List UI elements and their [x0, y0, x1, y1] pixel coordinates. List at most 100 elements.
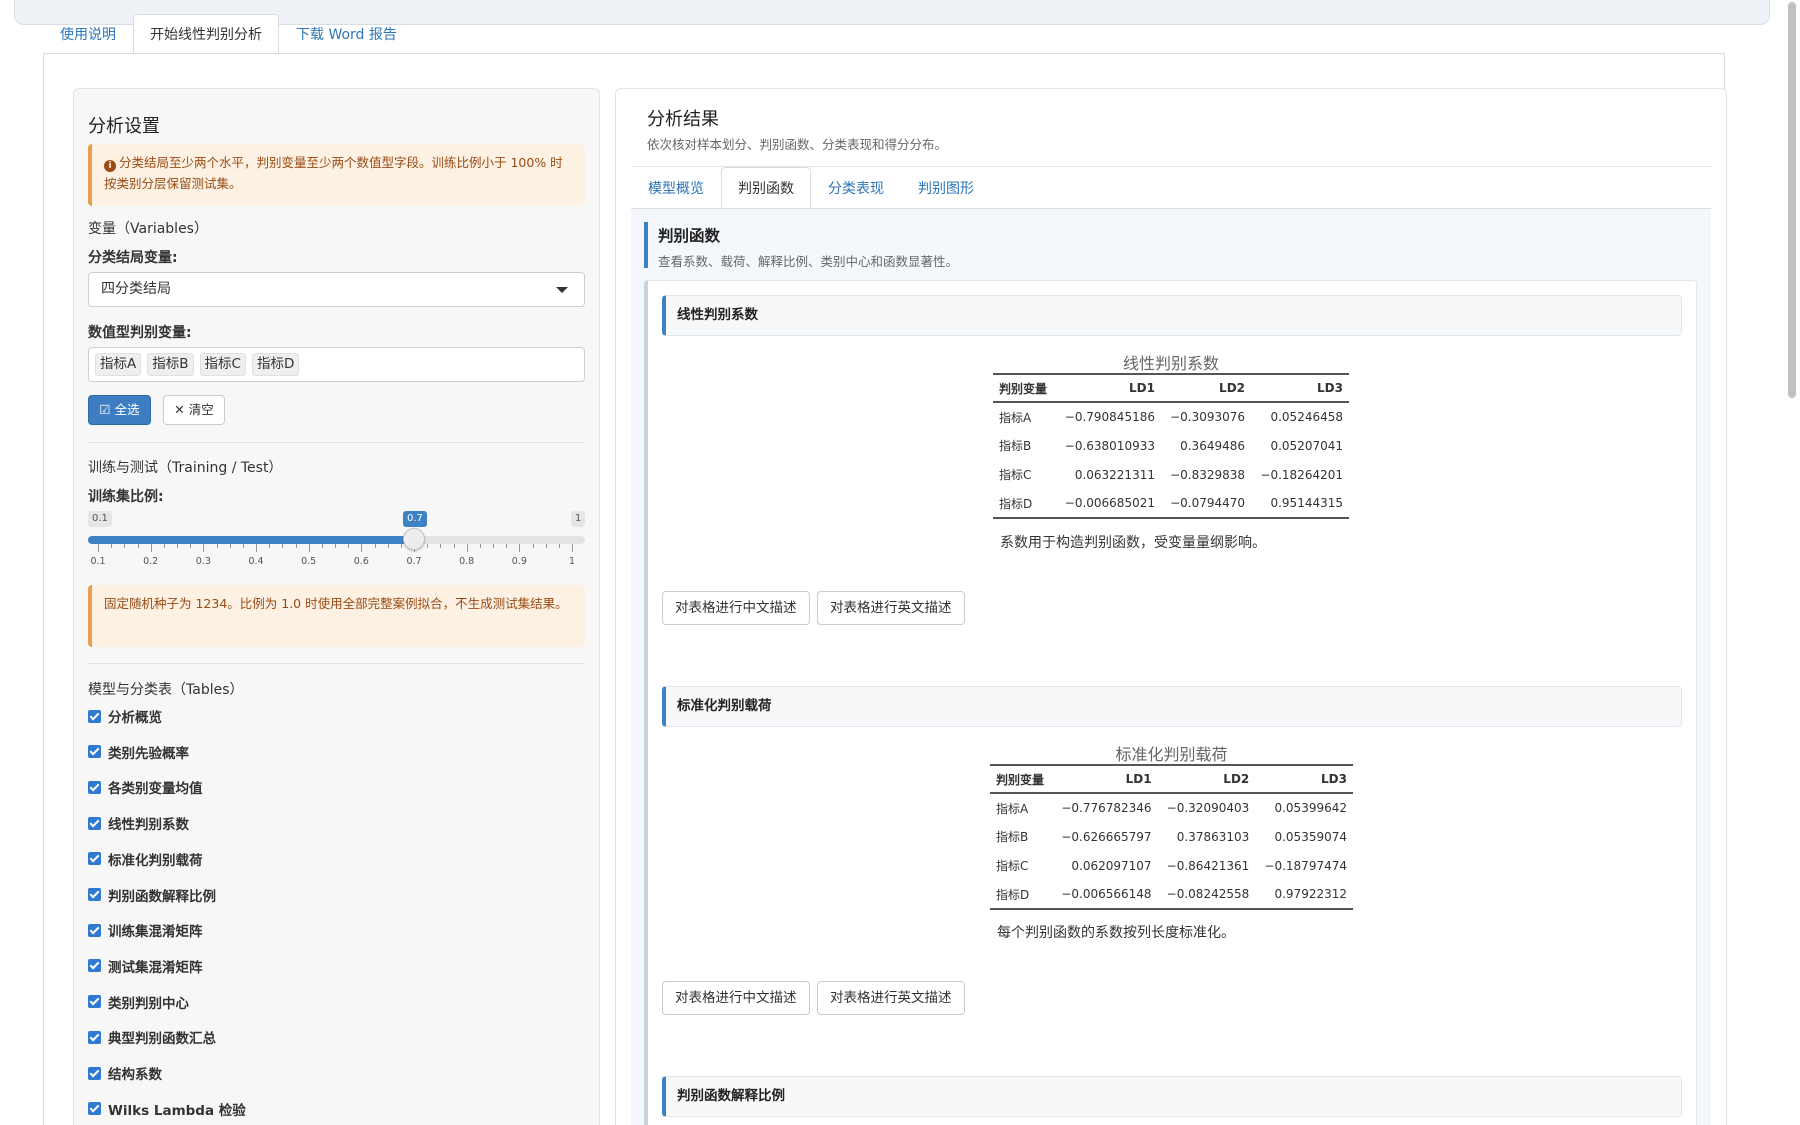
- checkbox-checked-icon[interactable]: [88, 816, 101, 830]
- outcome-select[interactable]: 四分类结局: [88, 272, 585, 307]
- variables-heading: 变量（Variables）: [88, 221, 208, 237]
- column-header: LD3: [1251, 373, 1349, 403]
- table-cell: 指标D: [990, 880, 1052, 910]
- divider: [88, 442, 585, 443]
- describe-cn-button[interactable]: 对表格进行中文描述: [662, 591, 810, 625]
- slider-handle[interactable]: [403, 528, 425, 550]
- table-cell: 0.05399642: [1274, 801, 1347, 815]
- slider-tick-label: 0.8: [459, 556, 475, 567]
- tab-classification[interactable]: 分类表现: [811, 167, 901, 209]
- select-all-label: 全选: [114, 402, 140, 417]
- table-checkbox[interactable]: Wilks Lambda 检验: [88, 1099, 246, 1119]
- table-cell: −0.006685021: [1055, 489, 1161, 519]
- table-checkbox[interactable]: 测试集混淆矩阵: [88, 956, 203, 976]
- slider-value-label: 0.7: [403, 511, 427, 527]
- slider-minor-tick: [335, 544, 336, 548]
- table-checkbox[interactable]: 分析概览: [88, 706, 162, 726]
- checkbox-checked-icon[interactable]: [88, 888, 101, 901]
- slider-minor-tick: [216, 544, 218, 548]
- slider-minor-tick: [348, 544, 350, 548]
- slider-minor-tick: [532, 544, 534, 548]
- checkbox-checked-icon[interactable]: [88, 923, 101, 937]
- table-cell: −0.3093076: [1170, 410, 1246, 424]
- table-checkbox[interactable]: 结构系数: [88, 1063, 162, 1083]
- slider-minor-tick: [282, 544, 284, 548]
- checkbox-label: 结构系数: [108, 1067, 162, 1083]
- checkbox-checked-icon[interactable]: [88, 1066, 101, 1080]
- predictor-tag[interactable]: 指标B: [147, 353, 194, 376]
- predictor-tag[interactable]: 指标C: [199, 353, 246, 376]
- checkbox-checked-icon[interactable]: [88, 959, 101, 973]
- checkbox-icon: ☑: [99, 402, 111, 417]
- divider: [88, 663, 585, 664]
- checkbox-checked-icon[interactable]: [88, 745, 101, 759]
- checkbox-label: 典型判别函数汇总: [108, 1031, 216, 1048]
- slider-minor-tick: [453, 544, 455, 548]
- slider-tick-label: 0.9: [511, 556, 527, 567]
- tab-download-word[interactable]: 下载 Word 报告: [279, 14, 414, 54]
- slider-minor-tick: [242, 544, 244, 548]
- column-header: 判别变量: [990, 764, 1052, 794]
- describe-cn-button[interactable]: 对表格进行中文描述: [662, 981, 810, 1015]
- table-cell: 指标D: [993, 489, 1056, 519]
- tab-instructions[interactable]: 使用说明: [43, 14, 133, 54]
- checkbox-label: 类别先验概率: [108, 745, 189, 762]
- table-cell: 0.05246458: [1270, 410, 1343, 424]
- page-scrollbar[interactable]: [1788, 2, 1796, 398]
- checkbox-checked-icon[interactable]: [88, 709, 101, 723]
- table-cell: −0.18264201: [1260, 467, 1343, 482]
- results-subtitle: 依次核对样本划分、判别函数、分类表现和得分分布。: [647, 137, 948, 152]
- tab-model-overview[interactable]: 模型概览: [631, 167, 721, 209]
- tab-start-lda[interactable]: 开始线性判别分析: [133, 14, 279, 54]
- table-cell: −0.86421361: [1166, 858, 1250, 873]
- checkbox-checked-icon[interactable]: [88, 1102, 101, 1116]
- predictor-tag[interactable]: 指标A: [95, 353, 142, 376]
- checkbox-checked-icon[interactable]: [88, 995, 101, 1009]
- table-row: 指标D −0.006566148 −0.08242558 0.97922312: [990, 880, 1353, 910]
- select-all-button[interactable]: ☑ 全选: [88, 395, 151, 425]
- clear-label: 清空: [188, 402, 214, 417]
- checkbox-checked-icon[interactable]: [88, 1030, 101, 1044]
- table-checkbox[interactable]: 训练集混淆矩阵: [88, 920, 203, 940]
- describe-en-button[interactable]: 对表格进行英文描述: [817, 981, 965, 1015]
- predictors-multiselect[interactable]: 指标A 指标B 指标C 指标D: [88, 347, 585, 382]
- table-cell: 指标C: [996, 859, 1029, 873]
- slider-minor-tick: [493, 544, 494, 548]
- clear-button[interactable]: ✕ 清空: [163, 395, 225, 425]
- slider-minor-tick: [269, 544, 271, 548]
- table-checkbox[interactable]: 判别函数解释比例: [88, 885, 216, 905]
- checkbox-label: 分析概览: [108, 710, 162, 726]
- close-icon: ✕: [174, 402, 185, 417]
- table-row: 指标B −0.638010933 0.3649486 0.05207041: [993, 431, 1349, 460]
- table-cell: 0.05207041: [1270, 438, 1343, 453]
- table-checkbox[interactable]: 线性判别系数: [88, 813, 189, 833]
- slider-tick-label: 0.7: [406, 556, 422, 567]
- table-cell: 指标B: [996, 830, 1029, 844]
- outcome-warning: i 分类结局至少两个水平，判别变量至少两个数值型字段。训练比例小于 100% 时按…: [88, 144, 585, 206]
- table-checkbox[interactable]: 各类别变量均值: [88, 777, 203, 797]
- card-header-coefficients: 线性判别系数: [662, 295, 1682, 336]
- table-checkbox[interactable]: 标准化判别载荷: [88, 849, 203, 869]
- table-checkbox[interactable]: 类别判别中心: [88, 992, 189, 1012]
- loadings-table: 判别变量 LD1 LD2 LD3 指标A −0.776782346 −0.320…: [990, 764, 1353, 910]
- table-row: 指标A −0.790845186 −0.3093076 0.05246458: [993, 402, 1349, 431]
- slider-tick-label: 0.5: [301, 556, 317, 567]
- slider-max-label: 1: [571, 511, 586, 527]
- checkbox-checked-icon[interactable]: [88, 852, 101, 866]
- table-cell: 0.062097107: [1071, 858, 1152, 873]
- slider-major-tick: [466, 544, 468, 552]
- column-header: LD1: [1055, 373, 1161, 403]
- table-checkbox[interactable]: 典型判别函数汇总: [88, 1027, 216, 1047]
- predictor-tag[interactable]: 指标D: [251, 353, 300, 376]
- tab-discriminant-functions[interactable]: 判别函数: [721, 167, 811, 209]
- slider-major-tick: [361, 544, 363, 552]
- describe-en-button[interactable]: 对表格进行英文描述: [817, 591, 965, 625]
- chevron-down-icon: [556, 287, 568, 293]
- section-title: 判别函数: [658, 227, 721, 245]
- table-checkbox[interactable]: 类别先验概率: [88, 742, 189, 762]
- checkbox-checked-icon[interactable]: [88, 780, 101, 794]
- table-note: 每个判别函数的系数按列长度标准化。: [997, 925, 1235, 941]
- tab-discriminant-plots[interactable]: 判别图形: [901, 167, 991, 209]
- slider-tick-label: 1: [568, 556, 576, 567]
- slider-minor-tick: [427, 544, 429, 548]
